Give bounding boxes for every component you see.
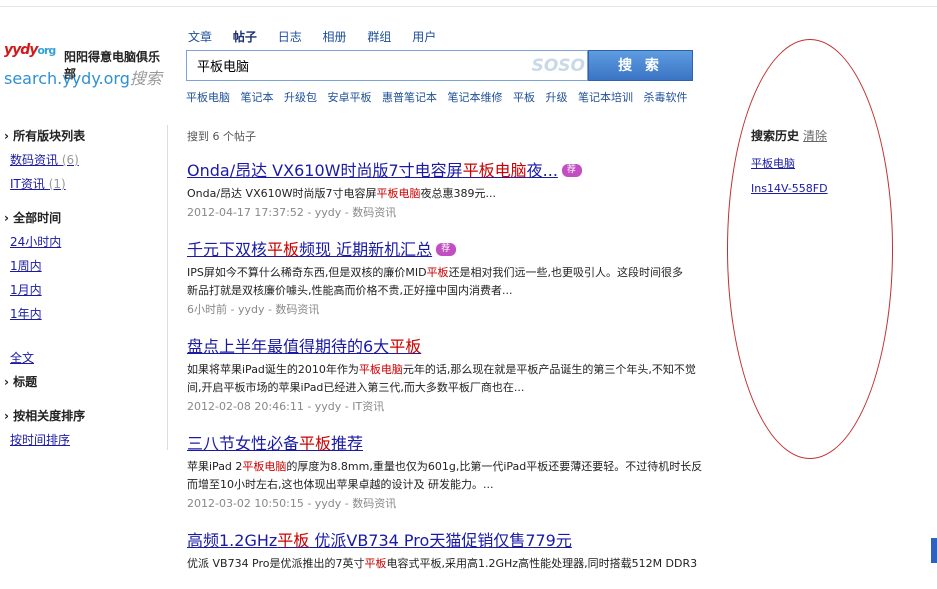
result-item: 高频1.2GHz平板 优派VB734 Pro天猫促销仅售779元 优派 VB73… [187, 527, 747, 573]
search-type-tabs: 文章 帖子 日志 相册 群组 用户 [188, 28, 453, 46]
time-filter-year[interactable]: 1年内 [10, 305, 164, 322]
recommend-badge-icon [436, 243, 457, 256]
tab-users[interactable]: 用户 [412, 30, 436, 44]
board-filter-digital[interactable]: 数码资讯 (6) [10, 151, 164, 168]
sidebar-divider [167, 125, 168, 450]
soso-logo: SOSO [531, 56, 585, 76]
time-filter-week[interactable]: 1周内 [10, 257, 164, 274]
result-meta: 2012-04-17 17:37:52 - yydy - 数码资讯 [187, 206, 397, 219]
result-snippet: 苹果iPad 2平板电脑的厚度为8.8mm,重量也仅为601g,比第一代iPad… [187, 460, 703, 491]
top-divider [0, 6, 937, 7]
result-snippet: 优派 VB734 Pro是优派推出的7英寸平板电容式平板,采用高1.2GHz高性… [187, 557, 698, 570]
time-filter-month[interactable]: 1月内 [10, 281, 164, 298]
result-item: 千元下双核平板频现 近期新机汇总 IPS屏如今不算什么稀奇东西,但是双核的廉价M… [187, 236, 747, 317]
logo-mark: yydyorg [4, 42, 56, 58]
highlight-annotation [727, 39, 893, 459]
filter-sidebar: › 所有版块列表 数码资讯 (6) IT资讯 (1) › 全部时间 24小时内 … [4, 127, 164, 455]
suggestion-link[interactable]: 平板 [513, 91, 535, 104]
search-box: SOSO [186, 50, 588, 81]
suggestion-link[interactable]: 笔记本维修 [448, 91, 503, 104]
result-title[interactable]: 高频1.2GHz平板 优派VB734 Pro天猫促销仅售779元 [187, 527, 747, 551]
result-meta: 2012-03-02 10:50:15 - yydy - 数码资讯 [187, 497, 397, 510]
result-item: 盘点上半年最值得期待的6大平板 如果将苹果iPad诞生的2010年作为平板电脑元… [187, 333, 747, 414]
scope-title: › 标题 [4, 375, 38, 389]
tab-posts[interactable]: 帖子 [233, 30, 257, 44]
sort-by-time[interactable]: 按时间排序 [10, 431, 164, 448]
site-logo[interactable]: yydyorg 阳阳得意电脑俱乐部 search.yydy.org搜索 [2, 40, 167, 90]
related-searches: 平板电脑 笔记本 升级包 安卓平板 惠普笔记本 笔记本维修 平板 升级 笔记本培… [186, 89, 695, 105]
search-input[interactable] [195, 57, 529, 74]
result-title[interactable]: 三八节女性必备平板推荐 [187, 430, 747, 454]
suggestion-link[interactable]: 杀毒软件 [644, 91, 688, 104]
board-filter-it[interactable]: IT资讯 (1) [10, 175, 164, 192]
suggestion-link[interactable]: 安卓平板 [328, 91, 372, 104]
suggestion-link[interactable]: 平板电脑 [186, 91, 230, 104]
result-snippet: IPS屏如今不算什么稀奇东西,但是双核的廉价MID平板还是相对我们远一些,也更吸… [187, 266, 684, 297]
search-button[interactable]: 搜 索 [588, 50, 693, 81]
result-title[interactable]: Onda/昂达 VX610W时尚版7寸电容屏平板电脑夜... [187, 157, 747, 181]
scope-fulltext[interactable]: 全文 [10, 349, 164, 366]
result-count: 搜到 6 个帖子 [187, 130, 256, 143]
result-meta: 6小时前 - yydy - 数码资讯 [187, 303, 320, 316]
time-filter-24h[interactable]: 24小时内 [10, 233, 164, 250]
result-item: 三八节女性必备平板推荐 苹果iPad 2平板电脑的厚度为8.8mm,重量也仅为6… [187, 430, 747, 511]
suggestion-link[interactable]: 笔记本培训 [578, 91, 633, 104]
suggestion-link[interactable]: 笔记本 [241, 91, 274, 104]
time-filter-title: › 全部时间 [4, 211, 62, 225]
suggestion-link[interactable]: 升级包 [284, 91, 317, 104]
result-item: Onda/昂达 VX610W时尚版7寸电容屏平板电脑夜... Onda/昂达 V… [187, 157, 747, 220]
tab-logs[interactable]: 日志 [278, 30, 302, 44]
tab-albums[interactable]: 相册 [323, 30, 347, 44]
suggestion-link[interactable]: 升级 [546, 91, 568, 104]
logo-url: search.yydy.org搜索 [4, 69, 162, 88]
tab-groups[interactable]: 群组 [367, 30, 391, 44]
result-meta: 2012-02-08 20:46:11 - yydy - IT资讯 [187, 400, 385, 413]
recommend-badge-icon [561, 164, 582, 177]
scroll-edge [931, 538, 937, 563]
result-title[interactable]: 盘点上半年最值得期待的6大平板 [187, 333, 747, 357]
result-snippet: 如果将苹果iPad诞生的2010年作为平板电脑元年的话,那么现在就是平板产品诞生… [187, 363, 696, 394]
boards-title: › 所有版块列表 [4, 129, 86, 143]
suggestion-link[interactable]: 惠普笔记本 [382, 91, 437, 104]
results-list: Onda/昂达 VX610W时尚版7寸电容屏平板电脑夜... Onda/昂达 V… [187, 157, 747, 589]
sort-relevance: › 按相关度排序 [4, 409, 86, 423]
tab-articles[interactable]: 文章 [188, 30, 212, 44]
result-snippet: Onda/昂达 VX610W时尚版7寸电容屏平板电脑夜总惠389元... [187, 187, 496, 200]
result-title[interactable]: 千元下双核平板频现 近期新机汇总 [187, 236, 747, 260]
